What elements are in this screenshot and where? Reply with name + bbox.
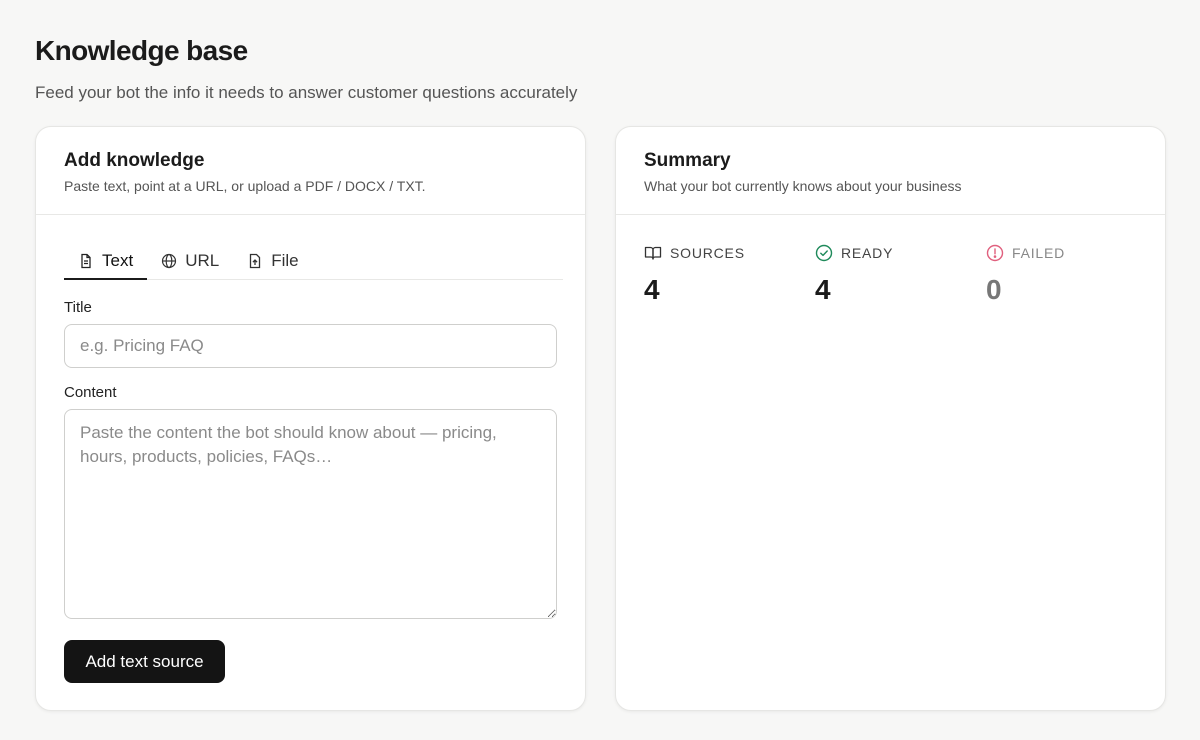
tab-file[interactable]: File — [233, 243, 312, 279]
tab-file-label: File — [271, 251, 299, 270]
page-title: Knowledge base — [35, 35, 248, 66]
title-input[interactable] — [64, 324, 557, 368]
stat-ready-value: 4 — [815, 274, 831, 305]
tab-url-label: URL — [185, 251, 220, 270]
tab-url[interactable]: URL — [147, 243, 233, 279]
tab-text[interactable]: Text — [64, 243, 148, 280]
stat-ready: READY 4 — [815, 243, 986, 307]
add-knowledge-title: Add knowledge — [64, 150, 205, 171]
summary-title: Summary — [644, 150, 731, 171]
stat-failed-value: 0 — [986, 274, 1002, 305]
stat-failed-label: FAILED — [1012, 245, 1066, 261]
title-field-label: Title — [64, 299, 92, 316]
content-textarea[interactable] — [64, 409, 557, 619]
file-upload-icon — [250, 253, 261, 269]
stat-failed-header: FAILED — [986, 243, 1157, 263]
stat-sources-label: SOURCES — [670, 245, 745, 261]
stat-sources: SOURCES 4 — [644, 243, 815, 307]
stat-ready-header: READY — [815, 243, 986, 263]
summary-description: What your bot currently knows about your… — [644, 178, 962, 194]
stat-ready-label: READY — [841, 245, 894, 261]
summary-card: Summary What your bot currently knows ab… — [615, 126, 1166, 711]
tab-text-label: Text — [102, 250, 134, 270]
stat-failed: FAILED 0 — [986, 243, 1157, 307]
add-knowledge-description: Paste text, point at a URL, or upload a … — [64, 178, 426, 194]
content-field-label: Content — [64, 384, 117, 401]
add-knowledge-header: Add knowledge Paste text, point at a URL… — [36, 127, 585, 215]
stat-sources-value: 4 — [644, 274, 660, 305]
check-circle-icon — [815, 244, 833, 262]
page-header: Knowledge base Feed your bot the info it… — [35, 34, 577, 104]
document-icon — [81, 253, 91, 268]
add-text-source-button[interactable]: Add text source — [64, 640, 225, 683]
summary-header: Summary What your bot currently knows ab… — [616, 127, 1165, 215]
summary-stats: SOURCES 4 READY 4 FAILED 0 — [644, 243, 1157, 307]
page-subtitle: Feed your bot the info it needs to answe… — [35, 83, 578, 102]
stat-sources-header: SOURCES — [644, 243, 815, 263]
book-icon — [644, 246, 662, 260]
alert-circle-icon — [986, 244, 1004, 262]
add-knowledge-card: Add knowledge Paste text, point at a URL… — [35, 126, 586, 711]
source-type-tabs: Text URL File — [64, 243, 563, 280]
globe-icon — [162, 253, 177, 269]
